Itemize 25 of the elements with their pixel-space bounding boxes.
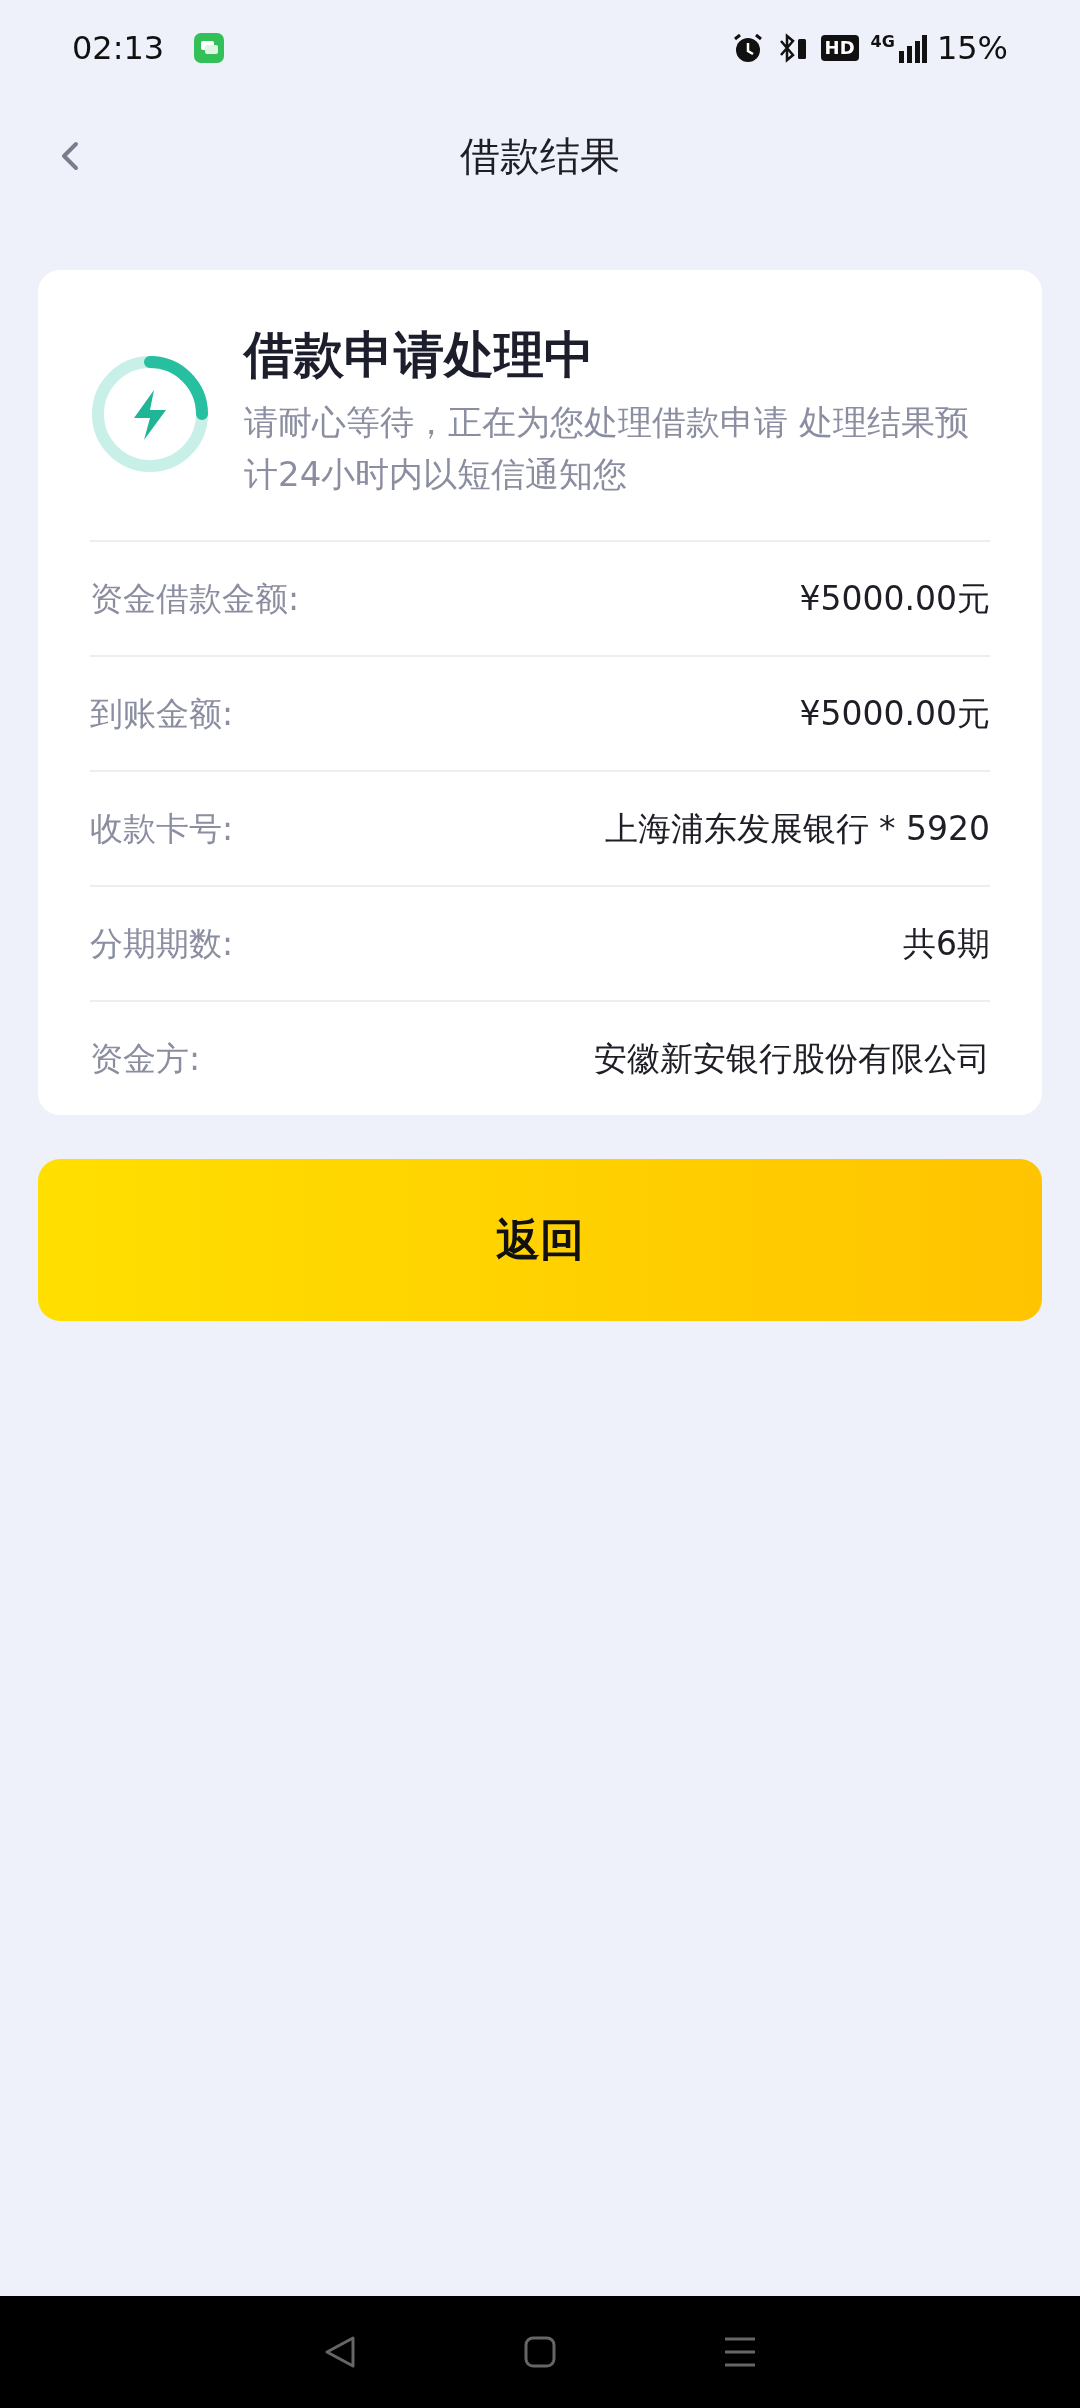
return-button[interactable]: 返回 (38, 1159, 1042, 1321)
detail-value: 上海浦东发展银行 * 5920 (604, 807, 990, 850)
page-title: 借款结果 (460, 132, 620, 181)
detail-label: 资金借款金额: (90, 577, 300, 620)
detail-value: ¥5000.00元 (799, 692, 990, 735)
menu-nav-icon[interactable] (724, 2336, 756, 2368)
back-nav-icon[interactable] (324, 2335, 356, 2369)
detail-label: 资金方: (90, 1037, 201, 1080)
status-time: 02:13 (72, 28, 165, 69)
home-nav-icon[interactable] (524, 2336, 556, 2368)
detail-value: 共6期 (903, 922, 990, 965)
lightning-progress-icon (90, 354, 210, 474)
alarm-icon (732, 32, 763, 64)
detail-label: 分期期数: (90, 922, 234, 965)
battery-percentage: 15% (936, 28, 1008, 69)
detail-label: 收款卡号: (90, 807, 234, 850)
detail-label: 到账金额: (90, 692, 234, 735)
detail-value: 安徽新安银行股份有限公司 (594, 1037, 990, 1080)
status-title: 借款申请处理中 (244, 325, 595, 386)
signal-icon (896, 33, 927, 63)
hd-badge: HD (820, 35, 859, 61)
status-message: 请耐心等待，正在为您处理借款申请 处理结果预计24小时内以短信通知您 (244, 401, 970, 496)
message-app-icon (194, 33, 225, 63)
detail-value: ¥5000.00元 (799, 577, 990, 620)
network-type: 4G (870, 31, 895, 53)
